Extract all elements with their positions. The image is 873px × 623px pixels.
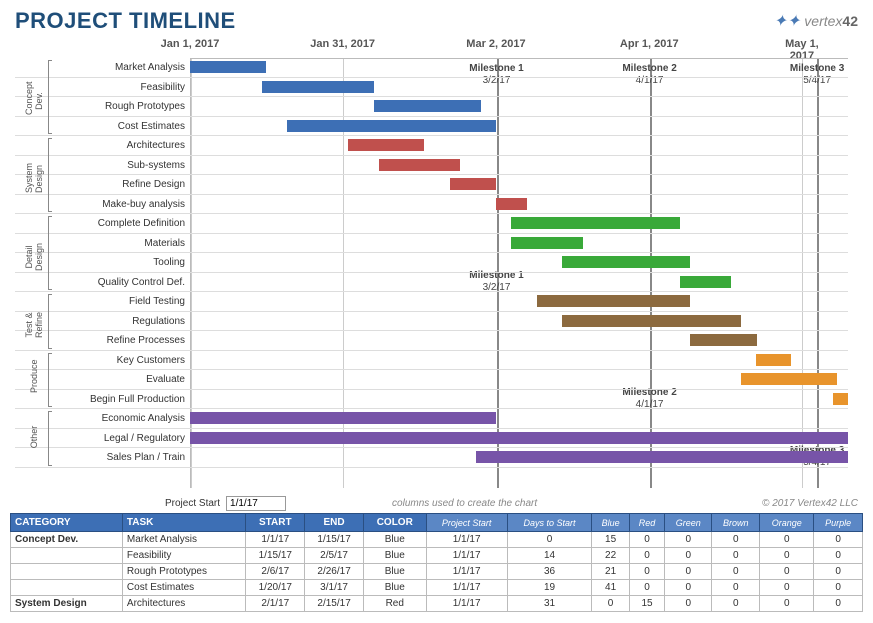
- col-subheader: Purple: [814, 514, 863, 532]
- row-label: Refine Processes: [55, 331, 185, 350]
- row-label: Economic Analysis: [55, 409, 185, 428]
- gantt-bar: [562, 256, 690, 268]
- table-row: System DesignArchitectures2/1/172/15/17R…: [11, 596, 863, 612]
- row-label: Evaluate: [55, 370, 185, 389]
- row-label: Rough Prototypes: [55, 97, 185, 116]
- gantt-row: Architectures: [15, 136, 848, 156]
- gantt-row: Evaluate: [15, 370, 848, 390]
- row-label: Field Testing: [55, 292, 185, 311]
- gantt-bar: [190, 61, 266, 73]
- gantt-row: Tooling: [15, 253, 848, 273]
- col-header: CATEGORY: [11, 514, 123, 532]
- col-header: COLOR: [363, 514, 426, 532]
- gantt-bar: [190, 432, 848, 444]
- copyright: © 2017 Vertex42 LLC: [762, 498, 858, 509]
- col-subheader: Brown: [712, 514, 760, 532]
- col-subheader: Red: [629, 514, 664, 532]
- group-label: Detail Design: [24, 243, 44, 271]
- row-label: Sub-systems: [55, 156, 185, 175]
- group-label: Concept Dev.: [24, 87, 44, 115]
- gantt-bar: [374, 100, 481, 112]
- gantt-bar: [511, 237, 583, 249]
- table-row: Rough Prototypes2/6/172/26/17Blue1/1/173…: [11, 564, 863, 580]
- gantt-bar: [379, 159, 461, 171]
- row-label: Architectures: [55, 136, 185, 155]
- page-title: PROJECT TIMELINE: [15, 8, 236, 34]
- row-label: Refine Design: [55, 175, 185, 194]
- gantt-bar: [756, 354, 792, 366]
- row-label: Begin Full Production: [55, 390, 185, 409]
- col-subheader: Days to Start: [507, 514, 592, 532]
- gantt-row: Refine Design: [15, 175, 848, 195]
- gantt-row: Feasibility: [15, 78, 848, 98]
- gantt-bar: [833, 393, 848, 405]
- gantt-row: Key Customers: [15, 351, 848, 371]
- col-header: TASK: [122, 514, 246, 532]
- gantt-bar: [562, 315, 740, 327]
- gantt-row: Field Testing: [15, 292, 848, 312]
- gantt-bar: [690, 334, 756, 346]
- gantt-row: Complete Definition: [15, 214, 848, 234]
- col-subheader: Blue: [592, 514, 629, 532]
- group-label: System Design: [24, 165, 44, 193]
- row-label: Legal / Regulatory: [55, 429, 185, 448]
- col-subheader: Project Start: [426, 514, 507, 532]
- col-header: END: [305, 514, 364, 532]
- row-label: Make-buy analysis: [55, 195, 185, 214]
- gantt-bar: [287, 120, 496, 132]
- axis-tick: Mar 2, 2017: [466, 38, 525, 50]
- axis-tick: Apr 1, 2017: [620, 38, 679, 50]
- gantt-bar: [190, 412, 496, 424]
- gantt-bar: [496, 198, 527, 210]
- hint-text: columns used to create the chart: [392, 498, 537, 509]
- row-label: Regulations: [55, 312, 185, 331]
- gantt-bar: [537, 295, 690, 307]
- row-label: Complete Definition: [55, 214, 185, 233]
- row-label: Market Analysis: [55, 58, 185, 77]
- project-start-input[interactable]: [226, 496, 286, 511]
- logo: ✦✦ vertex42: [773, 11, 858, 31]
- gantt-bar: [741, 373, 838, 385]
- group-label: Produce: [29, 365, 39, 393]
- gantt-bar: [450, 178, 496, 190]
- row-label: Cost Estimates: [55, 117, 185, 136]
- gantt-bar: [476, 451, 848, 463]
- table-row: Feasibility1/15/172/5/17Blue1/1/17142200…: [11, 548, 863, 564]
- row-label: Key Customers: [55, 351, 185, 370]
- axis-tick: Jan 31, 2017: [310, 38, 375, 50]
- gantt-row: Market Analysis: [15, 58, 848, 78]
- col-subheader: Orange: [760, 514, 814, 532]
- group-label: Test & Refine: [24, 311, 44, 339]
- gantt-bar: [680, 276, 731, 288]
- gantt-bar: [348, 139, 424, 151]
- gantt-row: Materials: [15, 234, 848, 254]
- gantt-row: Begin Full Production: [15, 390, 848, 410]
- table-row: Concept Dev.Market Analysis1/1/171/15/17…: [11, 532, 863, 548]
- data-table: CATEGORYTASKSTARTENDCOLORProject StartDa…: [10, 513, 863, 612]
- project-start-label: Project Start: [165, 498, 220, 509]
- group-label: Other: [29, 423, 39, 451]
- gantt-chart: Jan 1, 2017 Jan 31, 2017 Mar 2, 2017 Apr 1,…: [15, 38, 858, 488]
- row-label: Feasibility: [55, 78, 185, 97]
- row-label: Materials: [55, 234, 185, 253]
- row-label: Quality Control Def.: [55, 273, 185, 292]
- col-header: START: [246, 514, 305, 532]
- table-row: Cost Estimates1/20/173/1/17Blue1/1/17194…: [11, 580, 863, 596]
- gantt-bar: [511, 217, 679, 229]
- axis-tick: Jan 1, 2017: [161, 38, 220, 50]
- row-label: Tooling: [55, 253, 185, 272]
- gantt-row: Make-buy analysis: [15, 195, 848, 215]
- gantt-bar: [262, 81, 374, 93]
- row-label: Sales Plan / Train: [55, 448, 185, 467]
- logo-icon: ✦✦: [773, 11, 800, 31]
- col-subheader: Green: [665, 514, 712, 532]
